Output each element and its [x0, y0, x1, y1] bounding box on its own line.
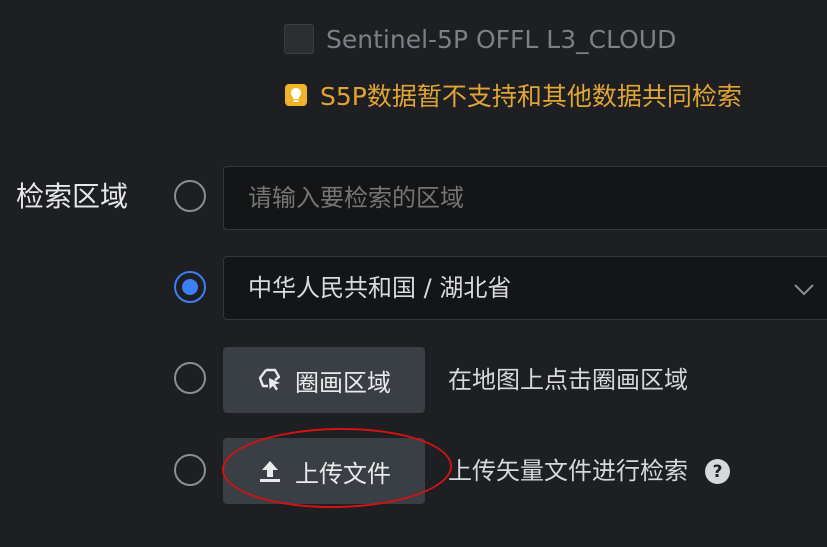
lightbulb-icon	[285, 84, 307, 106]
draw-region-hint: 在地图上点击圈画区域	[448, 366, 688, 394]
search-region-label: 检索区域	[16, 180, 129, 213]
radio-admin-region[interactable]	[174, 271, 206, 303]
help-circle-icon[interactable]: ?	[705, 459, 730, 484]
radio-upload-file[interactable]	[174, 454, 206, 486]
radio-region-search[interactable]	[174, 180, 206, 212]
chevron-down-icon[interactable]	[792, 277, 816, 301]
radio-draw-region[interactable]	[174, 362, 206, 394]
admin-region-select[interactable]: 中华人民共和国 / 湖北省	[223, 256, 827, 320]
draw-region-button[interactable]: 圈画区域	[223, 347, 425, 413]
s5p-notice-text: S5P数据暂不支持和其他数据共同检索	[320, 82, 742, 111]
sentinel-5p-cloud-label[interactable]: Sentinel-5P OFFL L3_CLOUD	[326, 22, 676, 58]
draw-polygon-cursor-icon	[257, 367, 283, 393]
sentinel-5p-cloud-checkbox[interactable]	[284, 24, 314, 54]
region-search-field[interactable]	[223, 166, 827, 230]
region-search-input[interactable]	[248, 167, 808, 229]
admin-region-value: 中华人民共和国 / 湖北省	[248, 274, 512, 302]
upload-file-hint: 上传矢量文件进行检索	[448, 457, 688, 485]
draw-region-button-label: 圈画区域	[295, 368, 391, 397]
